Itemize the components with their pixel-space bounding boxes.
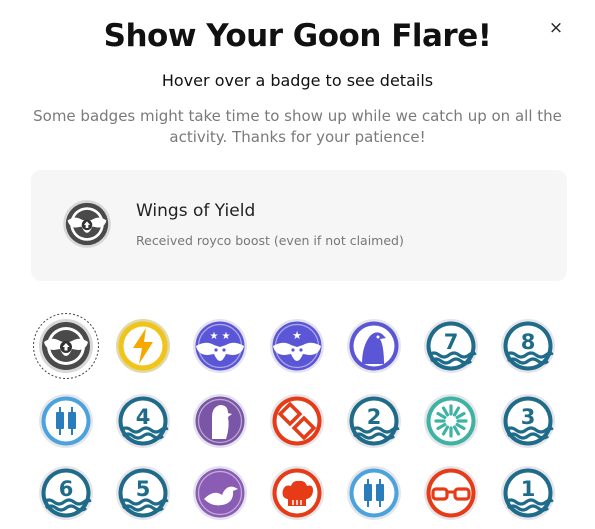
badge-dove[interactable] [186, 459, 254, 527]
badge-chef-hat[interactable] [263, 459, 331, 527]
wave-number-icon: 8 [501, 319, 555, 373]
glasses-icon [424, 466, 478, 520]
modal-subtitle: Hover over a badge to see details [161, 71, 434, 90]
loading-note: Some badges might take time to show up w… [33, 107, 562, 146]
svg-text:7: 7 [444, 330, 459, 354]
svg-text:★: ★ [222, 331, 231, 342]
badge-wave-4[interactable]: 4 [109, 387, 177, 455]
lightning-icon [116, 319, 170, 373]
badge-wings-of-yield[interactable] [32, 312, 100, 380]
badge-candles-blue[interactable] [32, 387, 100, 455]
badge-candle-single[interactable] [340, 459, 408, 527]
bird-silhouette-icon [193, 394, 247, 448]
svg-text:8: 8 [521, 330, 536, 354]
wings-boost-icon [33, 313, 99, 379]
detail-badge-icon [57, 194, 117, 254]
badge-diamond-swap[interactable] [263, 387, 331, 455]
svg-text:5: 5 [136, 477, 151, 501]
eagle-head-icon [347, 319, 401, 373]
svg-text:★: ★ [292, 329, 302, 342]
wave-number-icon: 6 [39, 466, 93, 520]
badge-glasses[interactable] [417, 459, 485, 527]
badge-wings-one-star[interactable]: ★ [263, 312, 331, 380]
badge-sunburst[interactable] [417, 387, 485, 455]
badge-eagle[interactable] [340, 312, 408, 380]
sunburst-icon [424, 394, 478, 448]
svg-text:3: 3 [521, 405, 536, 429]
badge-lightning[interactable] [109, 312, 177, 380]
badge-wave-8[interactable]: 8 [494, 312, 562, 380]
wings-one-star-icon: ★ [270, 319, 324, 373]
candlestick-icon [347, 466, 401, 520]
badge-wave-2[interactable]: 2 [340, 387, 408, 455]
wings-two-stars-icon: ★ ★ [193, 319, 247, 373]
svg-text:6: 6 [59, 477, 74, 501]
badge-wave-6[interactable]: 6 [32, 459, 100, 527]
diamond-swap-icon [270, 394, 324, 448]
wave-number-icon: 2 [347, 394, 401, 448]
svg-text:4: 4 [136, 405, 151, 429]
badge-wings-two-stars[interactable]: ★ ★ [186, 312, 254, 380]
wave-number-icon: 5 [116, 466, 170, 520]
badge-detail-description: Received royco boost (even if not claime… [136, 233, 404, 248]
svg-text:★: ★ [210, 331, 219, 342]
dove-icon [193, 466, 247, 520]
wave-number-icon: 1 [501, 466, 555, 520]
badge-wave-3[interactable]: 3 [494, 387, 562, 455]
wave-number-icon: 4 [116, 394, 170, 448]
svg-text:2: 2 [367, 405, 382, 429]
chef-hat-icon [270, 466, 324, 520]
badge-wave-1[interactable]: 1 [494, 459, 562, 527]
badge-bird-silhouette[interactable] [186, 387, 254, 455]
modal-title: Show Your Goon Flare! [103, 18, 492, 54]
badge-wave-5[interactable]: 5 [109, 459, 177, 527]
candlestick-icon [39, 394, 93, 448]
badge-detail-card: Wings of Yield Received royco boost (eve… [31, 170, 567, 281]
badge-detail-name: Wings of Yield [136, 201, 256, 221]
badge-wave-7[interactable]: 7 [417, 312, 485, 380]
wave-number-icon: 3 [501, 394, 555, 448]
wave-number-icon: 7 [424, 319, 478, 373]
svg-text:1: 1 [521, 477, 536, 501]
